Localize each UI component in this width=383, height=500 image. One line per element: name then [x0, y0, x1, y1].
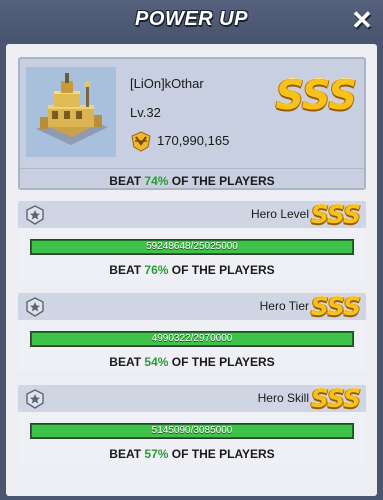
building-illustration — [26, 67, 116, 157]
player-name: [LiOn]kOthar — [130, 76, 204, 91]
section-label: Hero Skill — [257, 391, 309, 405]
beat-percent: 54% — [144, 355, 169, 369]
divider — [20, 168, 364, 169]
window-title: POWER UP — [135, 8, 248, 30]
base-building-image — [26, 67, 116, 157]
medal-icon[interactable] — [25, 205, 45, 225]
power-icon — [131, 131, 151, 152]
beat-percent: 76% — [144, 263, 169, 277]
player-summary-card: [LiOn]kOthar Lv.32 170,990,165 SSS BEAT … — [18, 57, 366, 190]
close-icon[interactable]: ✕ — [349, 7, 375, 33]
progress-bar: 4990322/2970000 — [30, 331, 354, 347]
power-value: 170,990,165 — [157, 133, 230, 148]
section-label: Hero Tier — [259, 299, 309, 313]
section-hero-skill: Hero Skill SSS 5145090/3085000 BEAT 57% … — [18, 384, 366, 465]
medal-icon[interactable] — [25, 389, 45, 409]
section-hero-level: Hero Level SSS 59248648/25025000 BEAT 76… — [18, 200, 366, 281]
power-up-window: POWER UP ✕ [LiOn]kOthar Lv.32 170,990,16… — [0, 0, 383, 500]
player-level: Lv.32 — [130, 105, 161, 120]
progress-text: 4990322/2970000 — [151, 333, 233, 344]
section-header: Hero Level SSS — [18, 200, 366, 229]
section-header: Hero Tier SSS — [18, 292, 366, 321]
beat-prefix: BEAT — [109, 263, 142, 277]
beat-suffix: OF THE PLAYERS — [171, 263, 275, 277]
section-beat-text: BEAT 57% OF THE PLAYERS — [18, 447, 366, 461]
beat-prefix: BEAT — [109, 355, 142, 369]
progress-text: 5145090/3085000 — [151, 425, 233, 436]
overall-grade: SSS — [275, 73, 357, 119]
section-header: Hero Skill SSS — [18, 384, 366, 413]
content-panel: [LiOn]kOthar Lv.32 170,990,165 SSS BEAT … — [6, 44, 377, 496]
section-beat-text: BEAT 54% OF THE PLAYERS — [18, 355, 366, 369]
beat-suffix: OF THE PLAYERS — [171, 447, 275, 461]
beat-percent: 74% — [144, 174, 169, 188]
beat-percent: 57% — [144, 447, 169, 461]
beat-prefix: BEAT — [109, 174, 142, 188]
title-bar: POWER UP ✕ — [0, 0, 383, 42]
medal-icon[interactable] — [25, 297, 45, 317]
summary-beat-text: BEAT 74% OF THE PLAYERS — [20, 174, 364, 188]
progress-bar: 59248648/25025000 — [30, 239, 354, 255]
section-grade: SSS — [310, 292, 361, 321]
beat-suffix: OF THE PLAYERS — [171, 174, 275, 188]
beat-prefix: BEAT — [109, 447, 142, 461]
progress-text: 59248648/25025000 — [146, 241, 238, 252]
progress-bar: 5145090/3085000 — [30, 423, 354, 439]
section-beat-text: BEAT 76% OF THE PLAYERS — [18, 263, 366, 277]
section-grade: SSS — [310, 200, 361, 229]
section-grade: SSS — [310, 384, 361, 413]
section-label: Hero Level — [250, 207, 309, 221]
beat-suffix: OF THE PLAYERS — [171, 355, 275, 369]
section-hero-tier: Hero Tier SSS 4990322/2970000 BEAT 54% O… — [18, 292, 366, 373]
